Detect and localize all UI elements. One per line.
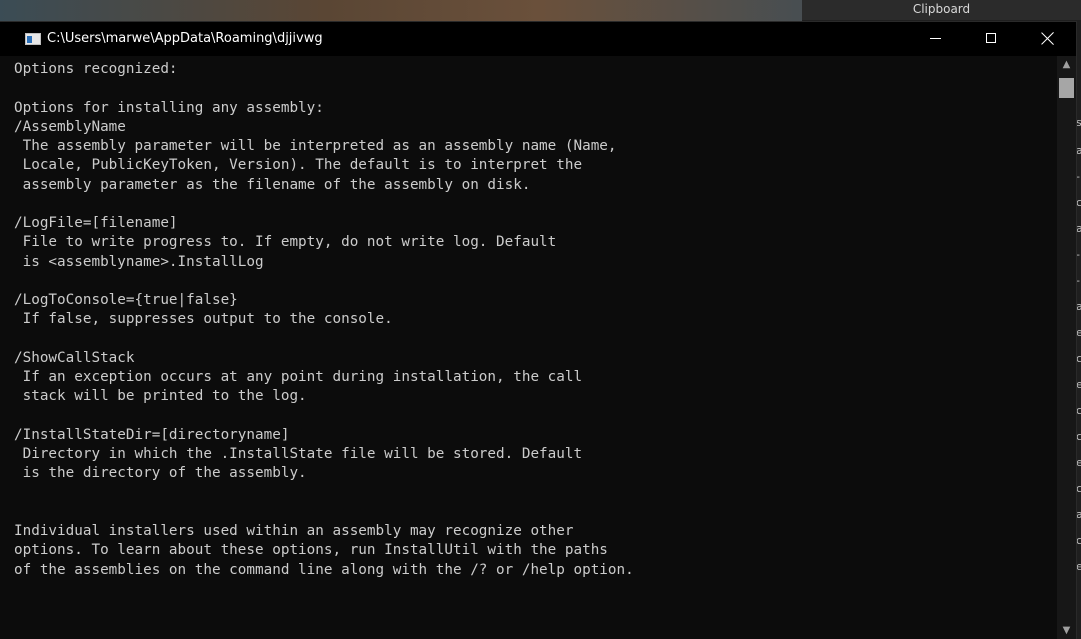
scroll-up-arrow-icon[interactable]: ▲ — [1057, 56, 1076, 73]
console-line: stack will be printed to the log. — [14, 388, 307, 405]
console-line: Options recognized: — [14, 61, 178, 77]
console-line: /AssemblyName — [14, 118, 126, 135]
console-line: /LogToConsole={true|false} — [14, 292, 238, 308]
maximize-icon — [986, 33, 996, 43]
clipboard-edge-char: - — [1076, 248, 1080, 261]
clipboard-edge-char: e — [1076, 560, 1081, 573]
console-line: If an exception occurs at any point duri… — [14, 369, 583, 385]
title-bar[interactable]: C:\Users\marwe\AppData\Roaming\djjivwg — [0, 22, 1076, 56]
clipboard-edge-char: c — [1076, 404, 1081, 417]
console-output[interactable]: Options recognized: Options for installin… — [14, 60, 1054, 637]
console-line: Options for installing any assembly: — [14, 99, 324, 116]
clipboard-edge-char: a — [1076, 222, 1081, 235]
clipboard-edge-char: - — [1076, 170, 1080, 183]
console-window: C:\Users\marwe\AppData\Roaming\djjivwg O… — [0, 22, 1076, 639]
console-line: of the assemblies on the command line al… — [14, 561, 634, 578]
clipboard-edge-char: c — [1076, 482, 1081, 495]
clipboard-edge-char: c — [1076, 352, 1081, 365]
clipboard-edge-char: e — [1076, 326, 1081, 339]
clipboard-edge-char: e — [1076, 456, 1081, 469]
clipboard-edge-char: a — [1076, 508, 1081, 521]
maximize-button[interactable] — [964, 22, 1020, 56]
scroll-down-arrow-icon[interactable]: ▼ — [1057, 622, 1076, 639]
console-line: If false, suppresses output to the conso… — [14, 311, 393, 328]
clipboard-edge-char: s — [1076, 116, 1081, 129]
window-title: C:\Users\marwe\AppData\Roaming\djjivwg — [47, 31, 323, 46]
console-line: options. To learn about these options, r… — [14, 542, 608, 559]
vertical-scrollbar[interactable]: ▲ ▼ — [1057, 56, 1076, 639]
console-line: assembly parameter as the filename of th… — [14, 176, 531, 193]
clipboard-edge-char: a — [1076, 300, 1081, 313]
clipboard-edge-char: a — [1076, 144, 1081, 157]
close-icon — [1041, 31, 1055, 45]
clipboard-edge-char: c — [1076, 430, 1081, 443]
console-app-icon — [25, 33, 41, 45]
scroll-thumb[interactable] — [1059, 78, 1074, 98]
minimize-icon — [930, 38, 941, 39]
console-line: /ShowCallStack — [14, 349, 135, 366]
clipboard-edge-char: - — [1076, 274, 1080, 287]
clipboard-edge-char: c — [1076, 196, 1081, 209]
console-line: /LogFile=[filename] — [14, 215, 178, 231]
console-line: Individual installers used within an ass… — [14, 523, 574, 539]
console-line: /InstallStateDir=[directoryname] — [14, 426, 290, 443]
console-line: Locale, PublicKeyToken, Version). The de… — [14, 157, 583, 174]
console-line: The assembly parameter will be interpret… — [14, 138, 617, 154]
console-line: Directory in which the .InstallState fil… — [14, 446, 583, 462]
clipboard-title: Clipboard — [802, 0, 1081, 20]
clipboard-edge-char: e — [1076, 378, 1081, 391]
clipboard-edge-char: c — [1076, 534, 1081, 547]
console-line: File to write progress to. If empty, do … — [14, 234, 557, 251]
minimize-button[interactable] — [908, 22, 964, 56]
close-button[interactable] — [1020, 22, 1076, 56]
console-line: is <assemblyname>.InstallLog — [14, 253, 264, 270]
console-line: is the directory of the assembly. — [14, 465, 307, 482]
